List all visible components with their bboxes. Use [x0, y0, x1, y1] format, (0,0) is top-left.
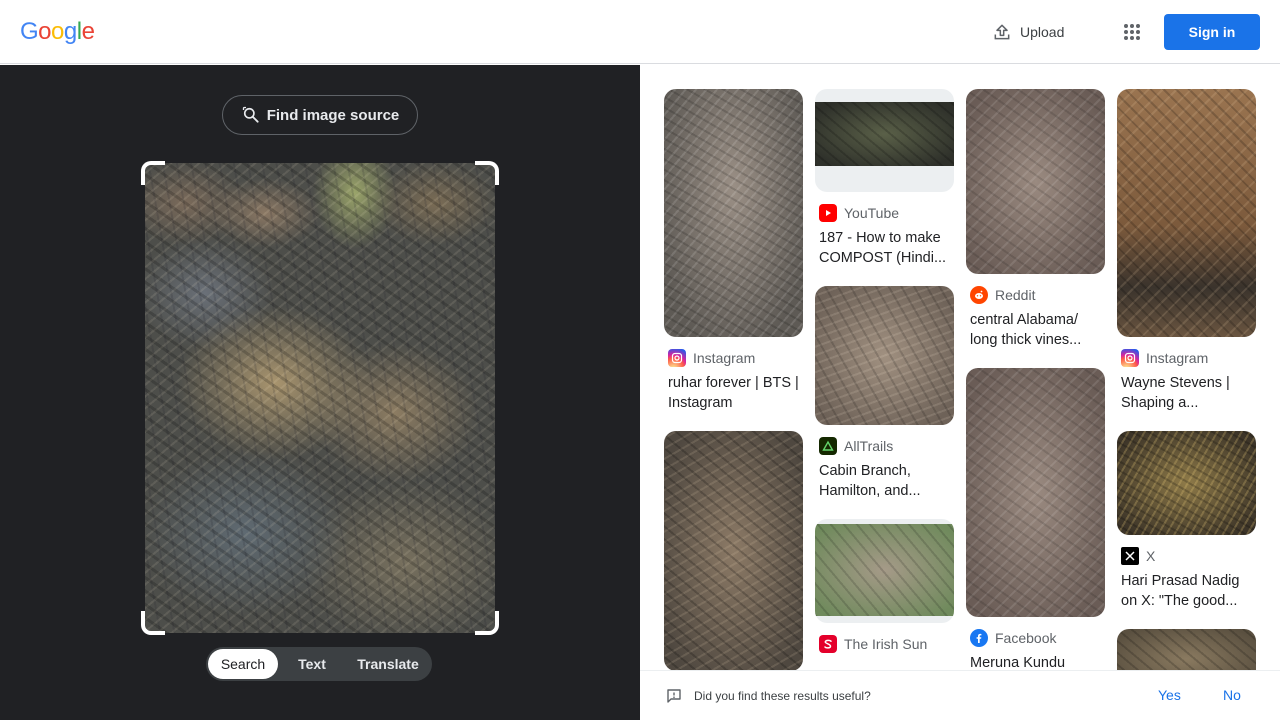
logo-letter: g — [63, 18, 77, 45]
result-card[interactable]: The Irish Sun — [815, 519, 954, 653]
result-thumbnail[interactable] — [966, 368, 1105, 617]
result-image — [1117, 629, 1256, 670]
top-bar: Google Upload Sign in — [0, 0, 1280, 64]
logo-letter: G — [20, 18, 39, 45]
result-source-name: Facebook — [995, 630, 1057, 646]
mode-text-tab[interactable]: Text — [278, 649, 346, 679]
the-irish-sun-icon — [819, 635, 837, 653]
mode-translate-tab[interactable]: Translate — [346, 649, 430, 679]
result-thumbnail[interactable] — [815, 286, 954, 425]
result-card[interactable]: Reddit central Alabama/ long thick vines… — [966, 89, 1105, 350]
result-thumbnail[interactable] — [1117, 431, 1256, 535]
logo-letter: e — [81, 18, 95, 45]
alltrails-icon — [819, 437, 837, 455]
grid-apps-icon — [1124, 24, 1140, 40]
instagram-icon — [1121, 349, 1139, 367]
result-source: YouTube — [815, 204, 954, 222]
result-title[interactable]: Cabin Branch, Hamilton, and... — [815, 461, 950, 501]
result-thumbnail[interactable] — [815, 89, 954, 192]
find-image-source-label: Find image source — [266, 106, 400, 124]
result-source: The Irish Sun — [815, 635, 954, 653]
feedback-bar: Did you find these results useful? Yes N… — [640, 670, 1280, 720]
x-icon — [1121, 547, 1139, 565]
result-title[interactable]: 187 - How to make COMPOST (Hindi... — [815, 228, 950, 268]
facebook-icon — [970, 629, 988, 647]
result-card[interactable]: Facebook Meruna Kundu — [966, 368, 1105, 670]
result-card[interactable]: Instagram ruhar forever | BTS | Instagra… — [664, 89, 803, 413]
query-image — [145, 163, 495, 633]
result-source: Reddit — [966, 286, 1105, 304]
upload-label: Upload — [1020, 24, 1065, 40]
result-source-name: AllTrails — [844, 438, 894, 454]
upload-button[interactable]: Upload — [992, 20, 1064, 44]
result-source-name: YouTube — [844, 205, 900, 221]
result-card[interactable]: X Hari Prasad Nadig on X: "The good... — [1117, 431, 1256, 611]
instagram-icon — [668, 349, 686, 367]
result-source: Facebook — [966, 629, 1105, 647]
result-title[interactable]: Wayne Stevens | Shaping a... — [1117, 373, 1252, 413]
results-panel: Instagram ruhar forever | BTS | Instagra… — [640, 65, 1280, 670]
google-logo[interactable]: Google — [20, 18, 95, 46]
result-thumbnail[interactable] — [664, 89, 803, 337]
result-source-name: The Irish Sun — [844, 636, 928, 652]
result-thumbnail[interactable] — [664, 431, 803, 670]
upload-icon — [994, 24, 1010, 40]
result-title[interactable]: ruhar forever | BTS | Instagram — [664, 373, 799, 413]
result-image — [664, 89, 803, 337]
apps-button[interactable] — [1120, 20, 1144, 44]
result-card[interactable] — [1117, 629, 1256, 670]
result-image — [815, 524, 954, 616]
feedback-icon — [667, 689, 681, 703]
result-source-name: X — [1146, 548, 1156, 564]
result-image — [966, 89, 1105, 274]
logo-letter: o — [38, 18, 52, 45]
lens-mode-switcher: Search Text Translate — [206, 647, 432, 681]
crop-handle-bottom-right[interactable] — [475, 611, 499, 635]
result-source: X — [1117, 547, 1256, 565]
feedback-no-button[interactable]: No — [1223, 687, 1241, 703]
feedback-question: Did you find these results useful? — [694, 689, 871, 703]
result-source: Instagram — [664, 349, 803, 367]
result-source: Instagram — [1117, 349, 1256, 367]
result-source-name: Reddit — [995, 287, 1036, 303]
results-column: Reddit central Alabama/ long thick vines… — [966, 89, 1105, 670]
result-thumbnail[interactable] — [1117, 629, 1256, 670]
result-image — [815, 286, 954, 425]
result-thumbnail[interactable] — [1117, 89, 1256, 337]
crop-selection[interactable] — [141, 161, 499, 635]
result-source: AllTrails — [815, 437, 954, 455]
lens-search-icon — [242, 106, 259, 123]
result-image — [1117, 431, 1256, 535]
youtube-icon — [819, 204, 837, 222]
result-thumbnail[interactable] — [815, 519, 954, 623]
query-panel: Find image source Search Text Translate — [0, 65, 640, 720]
crop-handle-top-right[interactable] — [475, 161, 499, 185]
sign-in-button[interactable]: Sign in — [1164, 14, 1260, 50]
result-source-name: Instagram — [1146, 350, 1209, 366]
result-image — [1117, 89, 1256, 337]
result-title[interactable]: Meruna Kundu — [966, 653, 1101, 670]
find-image-source-button[interactable]: Find image source — [222, 95, 418, 135]
reddit-icon — [970, 286, 988, 304]
results-column: Instagram ruhar forever | BTS | Instagra… — [664, 89, 803, 670]
result-thumbnail[interactable] — [966, 89, 1105, 274]
result-card[interactable]: AllTrails Cabin Branch, Hamilton, and... — [815, 286, 954, 501]
result-title[interactable]: Hari Prasad Nadig on X: "The good... — [1117, 571, 1252, 611]
result-image — [966, 368, 1105, 617]
crop-handle-top-left[interactable] — [141, 161, 165, 185]
logo-letter: o — [51, 18, 64, 45]
result-image — [815, 102, 954, 166]
results-column: YouTube 187 - How to make COMPOST (Hindi… — [815, 89, 954, 670]
results-column: Instagram Wayne Stevens | Shaping a... X… — [1117, 89, 1256, 670]
result-card[interactable]: YouTube 187 - How to make COMPOST (Hindi… — [815, 89, 954, 268]
result-image — [664, 431, 803, 670]
crop-handle-bottom-left[interactable] — [141, 611, 165, 635]
feedback-yes-button[interactable]: Yes — [1158, 687, 1181, 703]
result-title[interactable]: central Alabama/ long thick vines... — [966, 310, 1101, 350]
result-card[interactable]: Instagram Wayne Stevens | Shaping a... — [1117, 89, 1256, 413]
result-card[interactable] — [664, 431, 803, 670]
result-source-name: Instagram — [693, 350, 756, 366]
mode-search-tab[interactable]: Search — [208, 649, 278, 679]
